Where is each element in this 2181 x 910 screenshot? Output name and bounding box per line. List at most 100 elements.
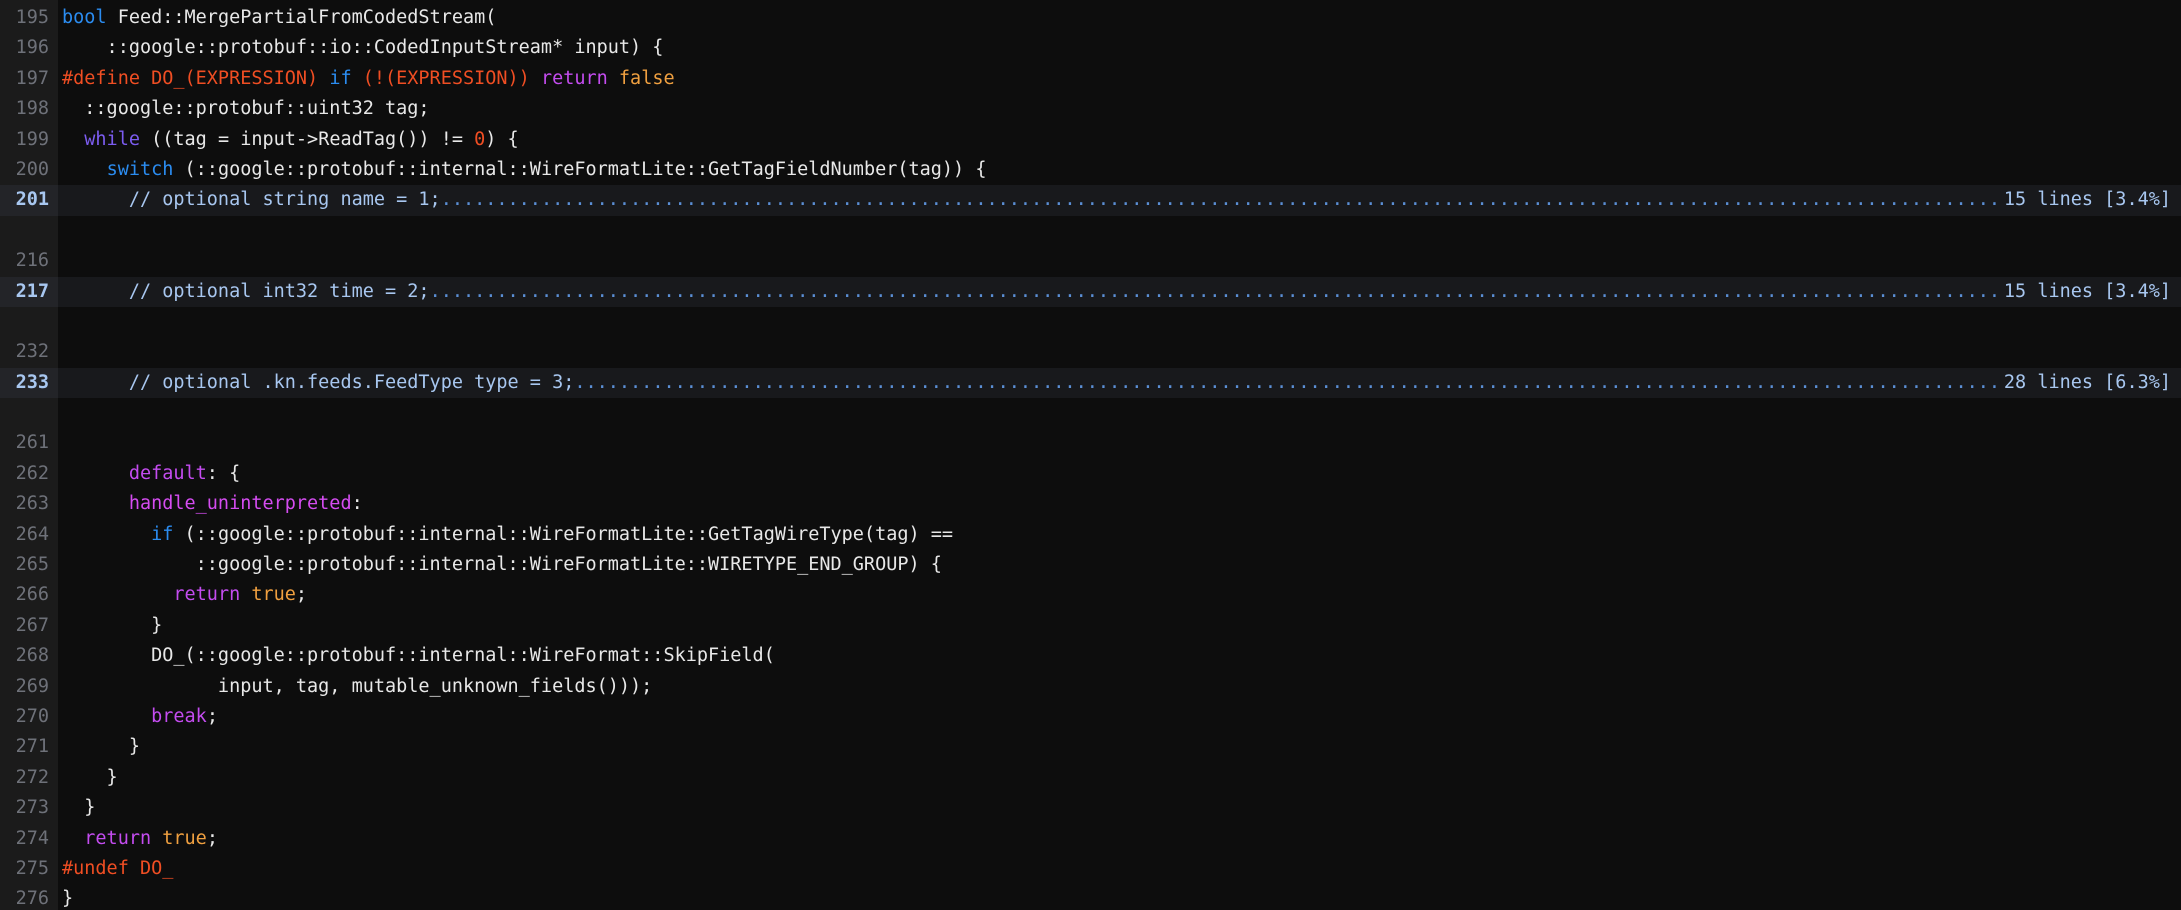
code-line-content[interactable]: return true; [58, 824, 2181, 854]
code-line-content[interactable]: // optional string name = 1;............… [58, 185, 2181, 216]
code-row[interactable]: 200 switch (::google::protobuf::internal… [0, 154, 2181, 186]
code-line-content[interactable]: } [58, 884, 2181, 910]
code-line-content[interactable]: handle_uninterpreted: [58, 489, 2181, 519]
code-line-content[interactable]: bool Feed::MergePartialFromCodedStream( [58, 3, 2181, 33]
code-row[interactable]: 196 ::google::protobuf::io::CodedInputSt… [0, 33, 2181, 64]
code-row[interactable]: 272 } [0, 762, 2181, 794]
code-row[interactable]: 197 #define DO_(EXPRESSION) if (!(EXPRESS… [0, 63, 2181, 95]
code-token: : { [206, 462, 241, 484]
code-tokens: } [62, 793, 95, 823]
code-line-content[interactable]: } [58, 611, 2181, 641]
code-token: 0 [474, 128, 486, 150]
code-tokens: ::google::protobuf::internal::WireFormat… [62, 550, 942, 580]
code-line-content[interactable]: while ((tag = input->ReadTag()) != 0) { [58, 125, 2181, 155]
code-row[interactable]: 274 return true; [0, 823, 2181, 854]
code-line-content[interactable]: input, tag, mutable_unknown_fields())); [58, 672, 2181, 702]
code-token: true [162, 827, 207, 849]
code-row[interactable]: 267 } [0, 610, 2181, 642]
code-token: // optional .kn.feeds.FeedType type = 3; [62, 371, 575, 393]
code-row[interactable]: 269 input, tag, mutable_unknown_fields()… [0, 671, 2181, 702]
fold-line-count-label[interactable]: 28 lines [6.3%] [2004, 368, 2181, 398]
code-row[interactable]: 266 return true; [0, 580, 2181, 611]
folded-code-row[interactable]: 201 // optional string name = 1;........… [0, 185, 2181, 216]
code-token: } [62, 797, 96, 819]
code-line-content[interactable]: #undef DO_ [58, 854, 2181, 884]
fold-line-count-label[interactable]: 15 lines [3.4%] [2004, 185, 2181, 215]
code-row[interactable]: 232 [0, 337, 2181, 368]
code-row[interactable]: 264 if (::google::protobuf::internal::Wi… [0, 519, 2181, 551]
line-number: 197 [0, 63, 58, 95]
code-lines-container[interactable]: 195 bool Feed::MergePartialFromCodedStrea… [0, 0, 2181, 910]
code-token: (!(EXPRESSION)) [362, 67, 530, 89]
code-line-content[interactable]: default: { [58, 459, 2181, 489]
code-row[interactable]: 271 } [0, 732, 2181, 763]
line-number: 276 [0, 884, 58, 910]
code-line-content[interactable]: ::google::protobuf::uint32 tag; [58, 94, 2181, 124]
code-tokens: while ((tag = input->ReadTag()) != 0) { [62, 125, 518, 155]
code-token: : [351, 493, 363, 515]
code-tokens: break; [62, 702, 218, 732]
code-row[interactable]: 263 handle_uninterpreted: [0, 489, 2181, 520]
code-line-content[interactable]: ::google::protobuf::internal::WireFormat… [58, 550, 2181, 580]
code-token: // optional string name = 1; [62, 189, 441, 211]
code-token: false [618, 67, 675, 89]
code-row[interactable]: 216 [0, 246, 2181, 277]
line-number: 264 [0, 519, 58, 551]
code-row[interactable]: 270 break; [0, 701, 2181, 733]
code-tokens: return true; [62, 824, 218, 854]
code-token: switch [106, 158, 174, 180]
code-row[interactable]: 199 while ((tag = input->ReadTag()) != 0… [0, 124, 2181, 155]
line-number: 216 [0, 246, 58, 277]
line-number: 196 [0, 33, 58, 64]
line-number: 274 [0, 823, 58, 854]
code-row[interactable]: 276} [0, 884, 2181, 910]
code-editor[interactable]: 195 bool Feed::MergePartialFromCodedStrea… [0, 0, 2181, 910]
line-number: 232 [0, 337, 58, 368]
code-row[interactable]: 195 bool Feed::MergePartialFromCodedStrea… [0, 3, 2181, 34]
code-line-content[interactable]: } [58, 763, 2181, 793]
code-token: } [62, 614, 163, 636]
code-row[interactable]: 262 default: { [0, 458, 2181, 490]
code-line-content[interactable]: // optional .kn.feeds.FeedType type = 3;… [58, 367, 2181, 399]
fold-leader-dots[interactable]: ........................................… [430, 277, 2004, 307]
code-token: ; [206, 827, 218, 849]
fold-leader-dots[interactable]: ........................................… [441, 185, 2004, 215]
code-line-content[interactable]: #define DO_(EXPRESSION) if (!(EXPRESSION… [58, 64, 2181, 94]
code-row[interactable]: 268 DO_(::google::protobuf::internal::Wi… [0, 641, 2181, 672]
code-token: ::google::protobuf::internal::WireFormat… [62, 554, 942, 576]
code-row[interactable]: 275 #undef DO_ [0, 853, 2181, 885]
code-line-content[interactable]: return true; [58, 580, 2181, 610]
code-token: return [173, 584, 241, 606]
code-row-spacer [0, 398, 2181, 428]
code-row[interactable]: 198 ::google::protobuf::uint32 tag; [0, 94, 2181, 125]
code-tokens: } [62, 884, 73, 910]
code-line-content[interactable]: } [58, 732, 2181, 762]
folded-code-row[interactable]: 217 // optional int32 time = 2;.........… [0, 276, 2181, 307]
fold-leader-dots[interactable]: ........................................… [574, 368, 2004, 398]
line-number: 262 [0, 458, 58, 490]
code-token: } [62, 736, 140, 758]
fold-line-count-label[interactable]: 15 lines [3.4%] [2004, 277, 2181, 307]
code-row[interactable]: 261 [0, 428, 2181, 459]
code-line-content[interactable]: break; [58, 702, 2181, 732]
code-line-content[interactable]: if (::google::protobuf::internal::WireFo… [58, 520, 2181, 550]
code-line-content[interactable]: // optional int32 time = 2;.............… [58, 276, 2181, 307]
line-number: 270 [0, 701, 58, 733]
code-line-content[interactable]: DO_(::google::protobuf::internal::WireFo… [58, 641, 2181, 671]
code-tokens: if (::google::protobuf::internal::WireFo… [62, 520, 953, 550]
line-number: 198 [0, 94, 58, 125]
code-line-content[interactable]: ::google::protobuf::io::CodedInputStream… [58, 33, 2181, 63]
code-row[interactable]: 273 } [0, 793, 2181, 824]
code-line-content[interactable]: switch (::google::protobuf::internal::Wi… [58, 155, 2181, 185]
line-number: 269 [0, 671, 58, 702]
folded-code-row[interactable]: 233 // optional .kn.feeds.FeedType type … [0, 367, 2181, 399]
code-row[interactable]: 265 ::google::protobuf::internal::WireFo… [0, 550, 2181, 581]
code-line-content[interactable]: } [58, 793, 2181, 823]
code-token: return [84, 827, 152, 849]
